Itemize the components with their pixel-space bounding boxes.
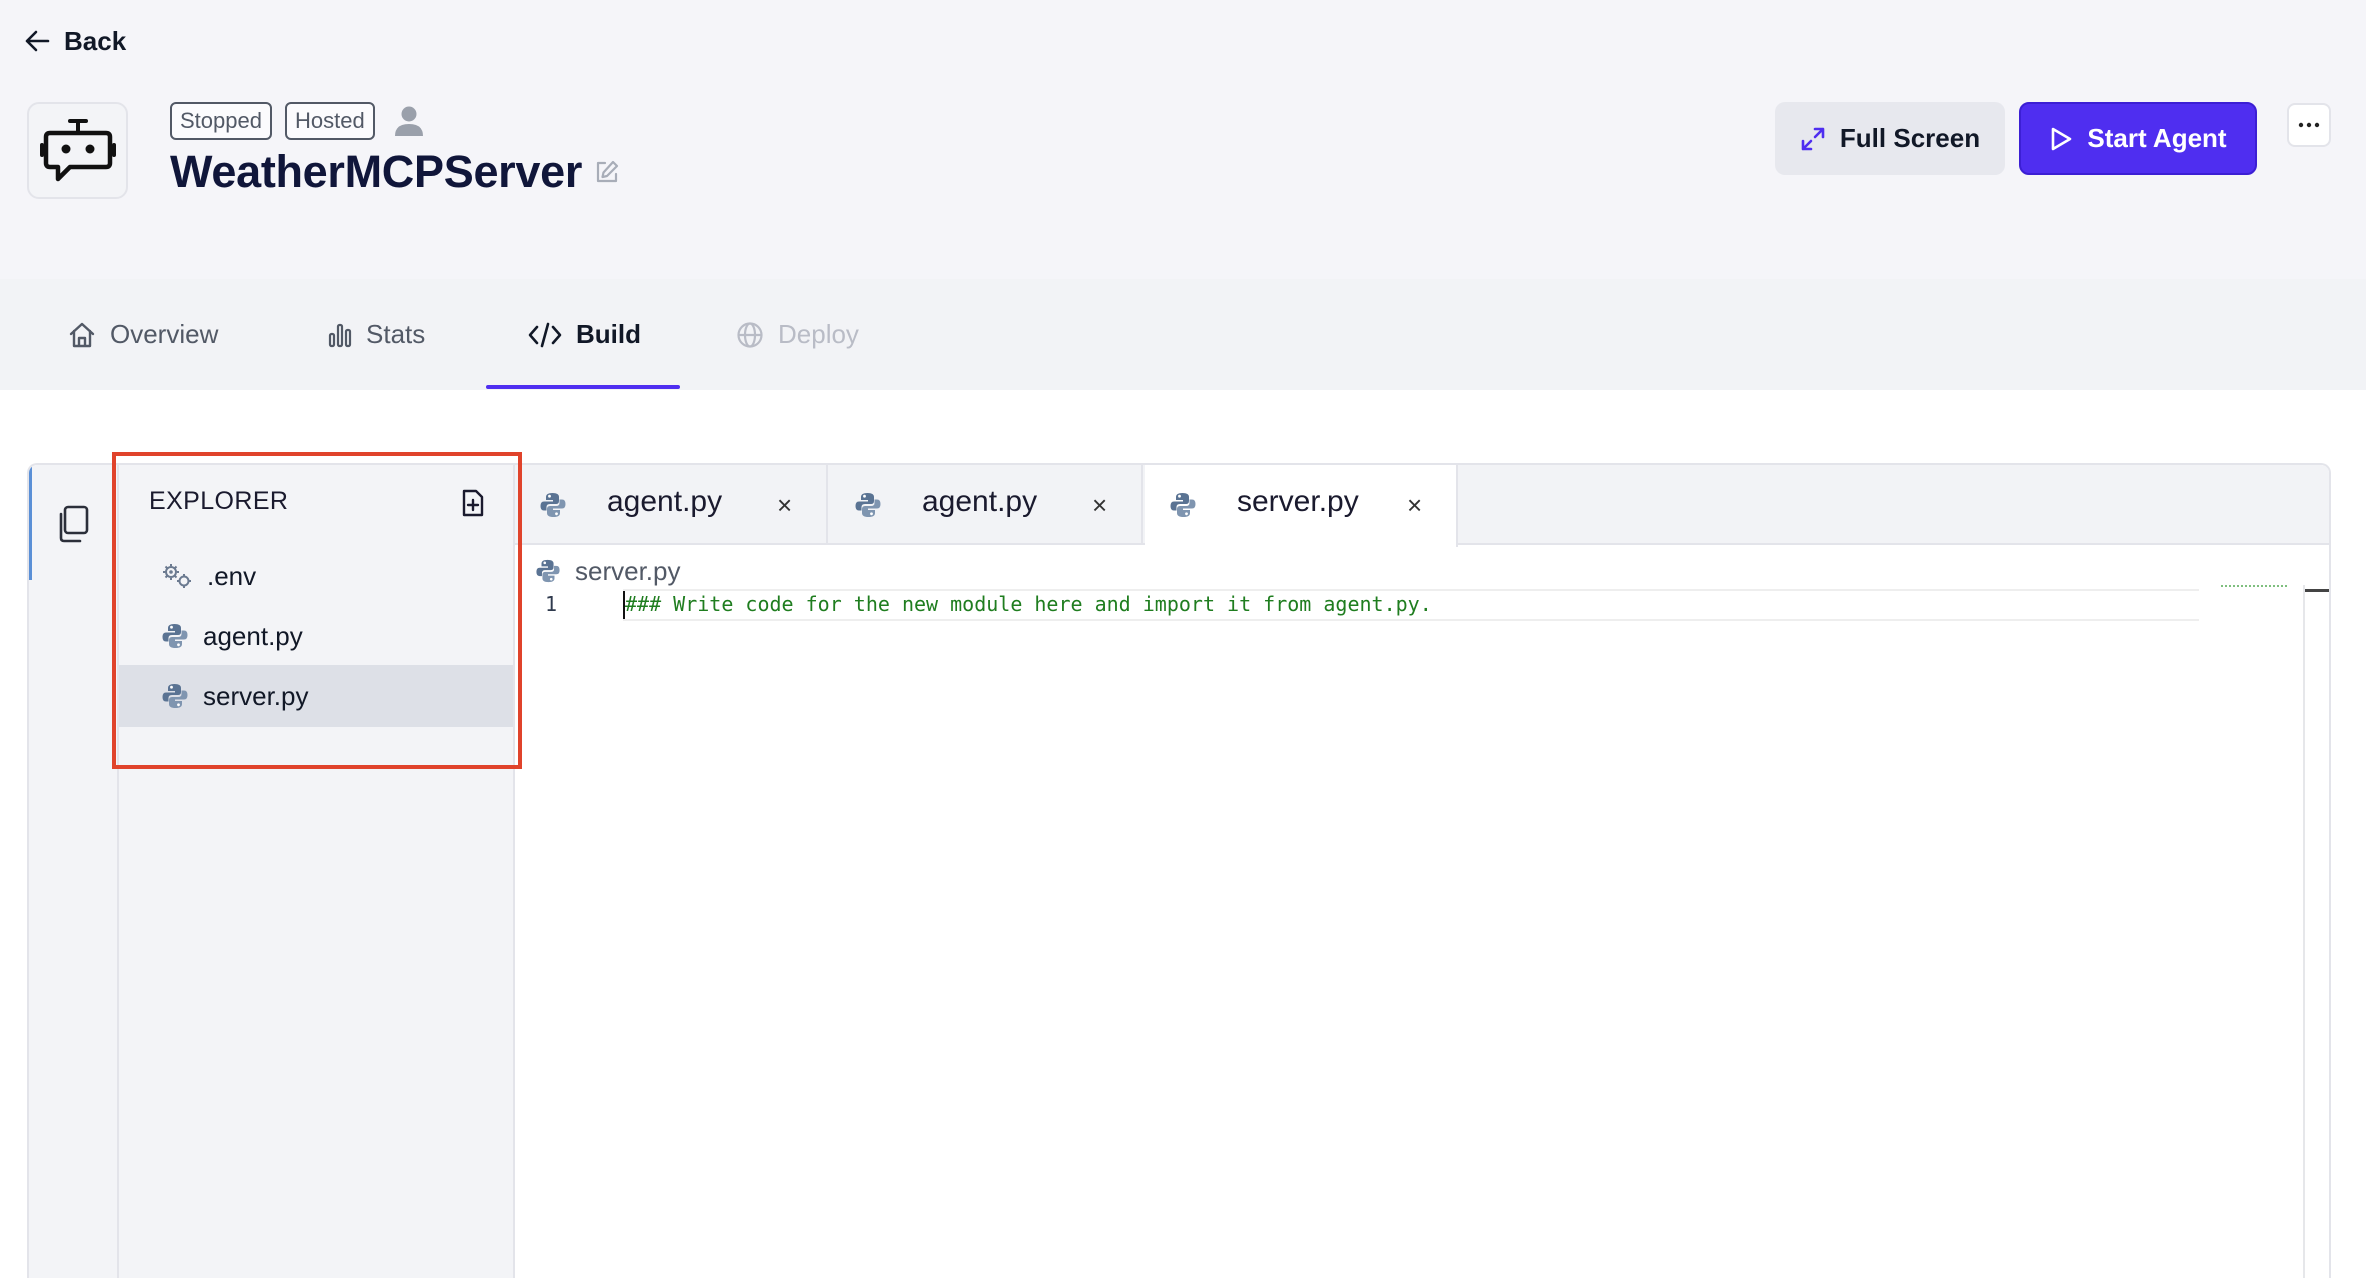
python-icon (1169, 491, 1197, 519)
home-icon (68, 321, 96, 349)
back-button[interactable]: Back (24, 22, 126, 60)
code-icon (528, 322, 562, 348)
python-icon (854, 491, 882, 519)
tab-deploy-label: Deploy (778, 319, 859, 349)
full-screen-button[interactable]: Full Screen (1775, 102, 2005, 175)
explorer-title: EXPLORER (149, 487, 289, 515)
expand-icon (1800, 126, 1826, 152)
breadcrumb-file[interactable]: server.py (575, 556, 681, 587)
file-server-py[interactable]: server.py (119, 665, 513, 727)
python-icon (161, 682, 189, 710)
python-icon (161, 622, 189, 650)
editor-tab-agent-py-2[interactable]: agent.py × (830, 465, 1143, 545)
full-screen-label: Full Screen (1839, 123, 1981, 153)
activity-active-indicator (29, 465, 32, 580)
more-dots-icon (2298, 122, 2320, 128)
page-title: WeatherMCPServer (170, 146, 583, 197)
hosted-badge: Hosted (284, 102, 375, 140)
arrow-left-icon (24, 30, 50, 52)
python-icon (535, 558, 561, 584)
editor-tab-label: server.py (1237, 485, 1359, 518)
robot-chat-icon (39, 117, 116, 185)
file-name: agent.py (203, 620, 303, 651)
python-icon (539, 491, 567, 519)
tab-build[interactable]: Build (528, 279, 641, 390)
agent-avatar (27, 102, 128, 199)
tab-stats-label: Stats (366, 319, 426, 349)
tab-overview-label: Overview (110, 319, 219, 349)
minimap[interactable] (2221, 585, 2287, 587)
new-file-icon[interactable] (461, 489, 485, 517)
start-agent-label: Start Agent (2087, 123, 2227, 153)
close-icon[interactable]: × (1092, 491, 1107, 519)
file-name: .env (207, 560, 257, 591)
files-icon[interactable] (56, 505, 90, 543)
agent-tabs: Overview Stats Build Deploy (0, 279, 2366, 390)
tab-build-label: Build (576, 319, 641, 349)
start-agent-button[interactable]: Start Agent (2019, 102, 2257, 175)
file-agent-py[interactable]: agent.py (119, 605, 513, 667)
code-line[interactable]: 1 ### Write code for the new module here… (515, 589, 2215, 621)
active-tab-indicator (486, 385, 680, 389)
close-icon[interactable]: × (1407, 491, 1422, 519)
gears-icon (161, 562, 193, 590)
person-icon (394, 105, 424, 137)
code-editor-panel: EXPLORER .env agent.py server.py agent.p… (27, 463, 2331, 1278)
globe-icon (736, 321, 764, 349)
code-text[interactable]: ### Write code for the new module here a… (625, 589, 1432, 619)
editor-tabbar: agent.py × agent.py × server.py × (515, 465, 2329, 547)
back-label: Back (64, 25, 127, 56)
breadcrumb: server.py (535, 553, 681, 589)
editor-tab-label: agent.py (922, 485, 1038, 518)
edit-icon[interactable] (594, 159, 620, 185)
editor-tab-agent-py[interactable]: agent.py × (515, 465, 828, 545)
scrollbar-track[interactable] (2303, 585, 2305, 1278)
editor-area: agent.py × agent.py × server.py × server… (515, 465, 2329, 1278)
bar-chart-icon (328, 322, 352, 348)
close-icon[interactable]: × (777, 491, 792, 519)
scrollbar-thumb[interactable] (2305, 589, 2329, 592)
tab-deploy[interactable]: Deploy (736, 279, 859, 390)
title-row: WeatherMCPServer (170, 144, 620, 200)
file-name: server.py (203, 680, 309, 711)
line-number: 1 (545, 592, 558, 616)
status-badge: Stopped (170, 102, 272, 140)
play-icon (2049, 126, 2073, 152)
editor-tab-server-py[interactable]: server.py × (1145, 465, 1458, 547)
file-env[interactable]: .env (119, 545, 513, 607)
more-options-button[interactable] (2287, 103, 2331, 147)
tab-overview[interactable]: Overview (68, 279, 218, 390)
agent-badges: Stopped Hosted (170, 102, 424, 140)
tab-stats[interactable]: Stats (328, 279, 425, 390)
editor-tab-label: agent.py (607, 485, 723, 518)
agent-header: Back Stopped Hosted WeatherMCPServer Ful… (0, 0, 2366, 279)
activity-bar (29, 465, 119, 1278)
file-explorer: EXPLORER .env agent.py server.py (119, 465, 515, 1278)
